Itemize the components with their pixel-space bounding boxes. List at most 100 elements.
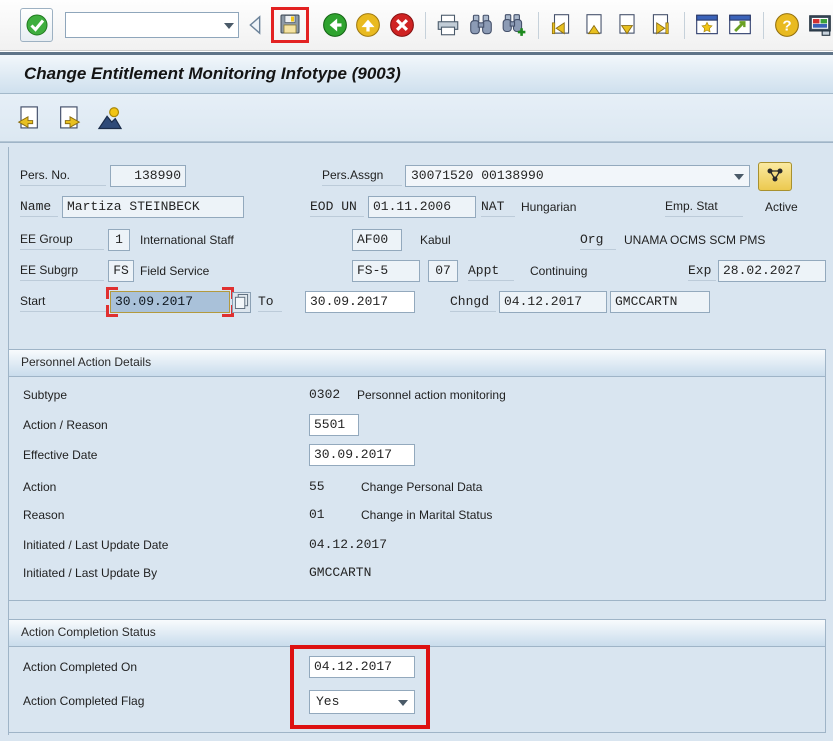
previous-page-button[interactable]: [581, 12, 607, 39]
personnel-action-details-title: Personnel Action Details: [9, 350, 825, 377]
new-session-button[interactable]: [694, 12, 720, 39]
action-completion-status-title: Action Completion Status: [9, 620, 825, 647]
name-label: Name: [20, 199, 58, 217]
to-date-label: To: [258, 294, 282, 312]
sap-window: ? Change Entitlement Monitoring Infotype…: [0, 0, 833, 741]
svg-text:?: ?: [782, 17, 791, 34]
action-label: Action: [23, 480, 57, 494]
action-completed-flag-label: Action Completed Flag: [23, 694, 145, 708]
grade-field[interactable]: FS-5: [352, 260, 420, 282]
action-text: Change Personal Data: [361, 480, 483, 494]
action-reason-field[interactable]: 5501: [309, 414, 359, 436]
emp-stat-value: Active: [765, 200, 798, 214]
print-button[interactable]: [435, 12, 461, 39]
start-date-field[interactable]: 30.09.2017: [110, 291, 230, 313]
pers-assgn-dropdown-icon[interactable]: [734, 174, 744, 180]
find-next-icon: [501, 12, 527, 38]
eod-label: EOD UN: [310, 199, 364, 217]
init-by-label: Initiated / Last Update By: [23, 566, 158, 580]
reason-code: 01: [309, 507, 325, 522]
shortcut-icon: [727, 12, 753, 38]
exp-field[interactable]: 28.02.2027: [718, 260, 826, 282]
exit-icon: [355, 12, 381, 38]
action-code: 55: [309, 479, 325, 494]
pers-no-label: Pers. No.: [20, 168, 106, 186]
employee-icon: [96, 104, 124, 132]
command-field[interactable]: [65, 12, 239, 38]
changed-date-field[interactable]: 04.12.2017: [499, 291, 607, 313]
toolbar-separator: [537, 11, 539, 39]
subtype-code: 0302: [309, 387, 341, 402]
name-field[interactable]: Martiza STEINBECK: [62, 196, 244, 218]
save-button[interactable]: [277, 12, 303, 38]
ee-subgrp-field[interactable]: FS: [108, 260, 134, 282]
collapse-icon[interactable]: [248, 15, 262, 35]
first-page-button[interactable]: [548, 12, 574, 39]
customize-layout-button[interactable]: [807, 12, 833, 39]
action-completed-on-label: Action Completed On: [23, 660, 138, 674]
help-button[interactable]: ?: [773, 12, 799, 39]
reason-label: Reason: [23, 508, 65, 522]
start-date-selection: 30.09.2017: [106, 287, 234, 317]
title-bar: Change Entitlement Monitoring Infotype (…: [0, 52, 833, 94]
ee-subgrp-text: Field Service: [140, 264, 210, 278]
appt-label: Appt: [468, 263, 514, 281]
nationality-value: Hungarian: [521, 200, 577, 214]
pers-no-field[interactable]: 138990: [110, 165, 186, 187]
action-completed-flag-value: Yes: [316, 694, 340, 709]
save-button-highlight: [270, 7, 309, 43]
ee-group-label: EE Group: [20, 232, 104, 250]
duty-station-text: Kabul: [420, 233, 451, 247]
last-page-button[interactable]: [647, 12, 673, 39]
changed-by-field[interactable]: GMCCARTN: [610, 291, 710, 313]
next-page-icon: [614, 12, 640, 38]
init-date-label: Initiated / Last Update Date: [23, 538, 169, 552]
find-next-button[interactable]: [501, 12, 527, 39]
exp-label: Exp: [688, 263, 716, 281]
selection-corner: [106, 305, 118, 317]
cancel-icon: [389, 12, 415, 38]
employee-overview-button[interactable]: [96, 104, 124, 132]
save-icon: [278, 12, 302, 39]
ee-group-text: International Staff: [140, 233, 234, 247]
reason-text: Change in Marital Status: [361, 508, 493, 522]
enter-button[interactable]: [20, 8, 54, 42]
nat-label: NAT: [481, 199, 515, 217]
exit-button[interactable]: [355, 12, 381, 39]
customize-layout-icon: [807, 12, 833, 38]
cancel-button[interactable]: [388, 12, 414, 39]
init-date-value: 04.12.2017: [309, 537, 388, 552]
next-page-button[interactable]: [614, 12, 640, 39]
level-field[interactable]: 07: [428, 260, 458, 282]
date-picker-button[interactable]: [232, 292, 251, 313]
effective-date-field[interactable]: 30.09.2017: [309, 444, 415, 466]
page-title: Change Entitlement Monitoring Infotype (…: [24, 64, 401, 83]
subtype-text: Personnel action monitoring: [357, 388, 506, 402]
action-completed-on-field[interactable]: 04.12.2017: [309, 656, 415, 678]
back-icon: [322, 12, 348, 38]
find-button[interactable]: [468, 12, 494, 39]
personnel-action-details-box: Personnel Action Details Subtype 0302 Pe…: [8, 349, 826, 601]
enter-check-icon: [25, 13, 49, 37]
next-record-button[interactable]: [56, 104, 84, 132]
create-shortcut-button[interactable]: [727, 12, 753, 39]
duty-station-field[interactable]: AF00: [352, 229, 402, 251]
eod-field[interactable]: 01.11.2006: [368, 196, 476, 218]
first-page-icon: [548, 12, 574, 38]
previous-record-button[interactable]: [14, 104, 42, 132]
previous-record-icon: [14, 104, 42, 132]
command-dropdown-icon[interactable]: [223, 23, 234, 29]
content-area: Pers. No. 138990 Pers.Assgn 30071520 001…: [0, 142, 833, 741]
print-icon: [435, 12, 461, 38]
back-button[interactable]: [322, 12, 348, 39]
pers-assgn-combo[interactable]: 30071520 00138990: [405, 165, 750, 187]
previous-page-icon: [581, 12, 607, 38]
to-date-field[interactable]: 30.09.2017: [305, 291, 415, 313]
org-assignment-button[interactable]: [758, 162, 792, 191]
calendar-icon: [234, 293, 249, 313]
flag-dropdown-icon[interactable]: [398, 700, 408, 706]
toolbar-separator: [763, 11, 765, 39]
action-completed-flag-dropdown[interactable]: Yes: [309, 690, 415, 714]
selection-corner: [106, 287, 118, 299]
ee-group-field[interactable]: 1: [108, 229, 130, 251]
